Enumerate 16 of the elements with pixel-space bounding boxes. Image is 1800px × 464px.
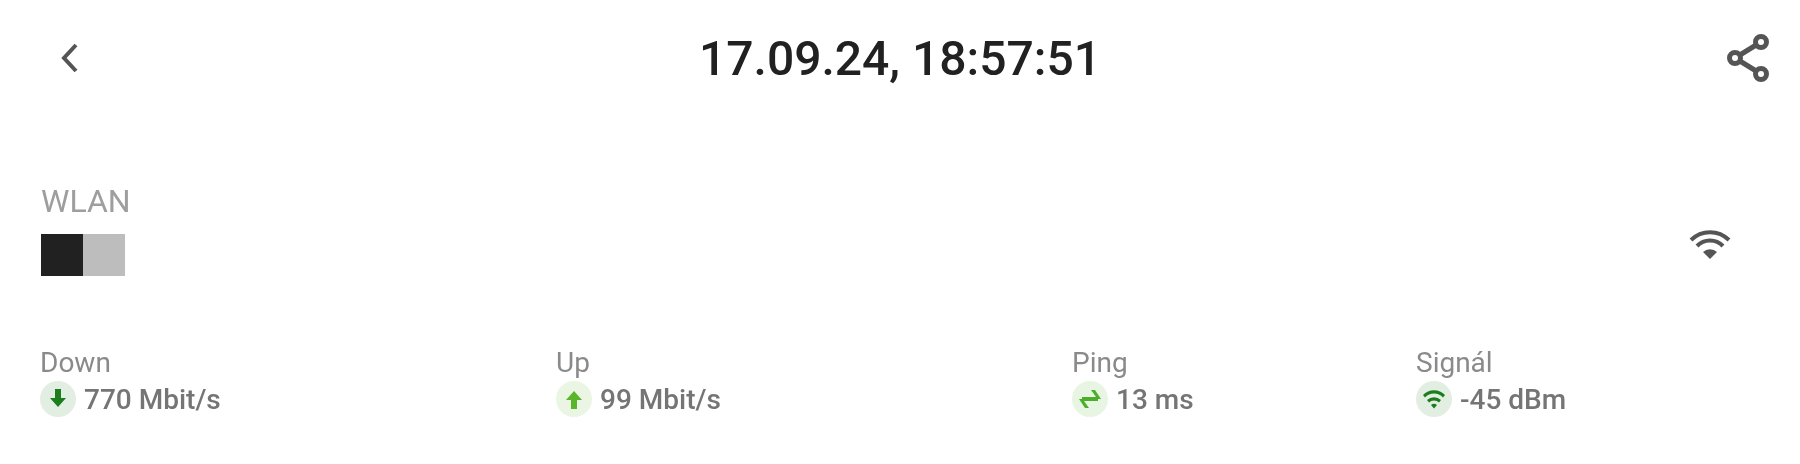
down-icon bbox=[40, 381, 76, 417]
metric-label: Down bbox=[40, 346, 112, 379]
metric-label: Signál bbox=[1416, 346, 1494, 379]
signal-icon bbox=[1416, 381, 1452, 417]
window-title: 17.09.24, 18:57:51 bbox=[699, 29, 1101, 87]
ping-icon bbox=[1072, 381, 1108, 417]
metric-value: 13 ms bbox=[1116, 382, 1194, 416]
up-icon bbox=[556, 381, 592, 417]
metric-value: 770 Mbit/s bbox=[84, 382, 221, 416]
connection-label: WLAN bbox=[41, 182, 131, 220]
metric-label: Up bbox=[556, 346, 591, 379]
share-button[interactable] bbox=[1724, 32, 1772, 84]
wifi-icon bbox=[1688, 227, 1732, 261]
metric-value: -45 dBm bbox=[1460, 382, 1567, 416]
metric-value: 99 Mbit/s bbox=[600, 382, 721, 416]
metric-label: Ping bbox=[1072, 346, 1129, 379]
